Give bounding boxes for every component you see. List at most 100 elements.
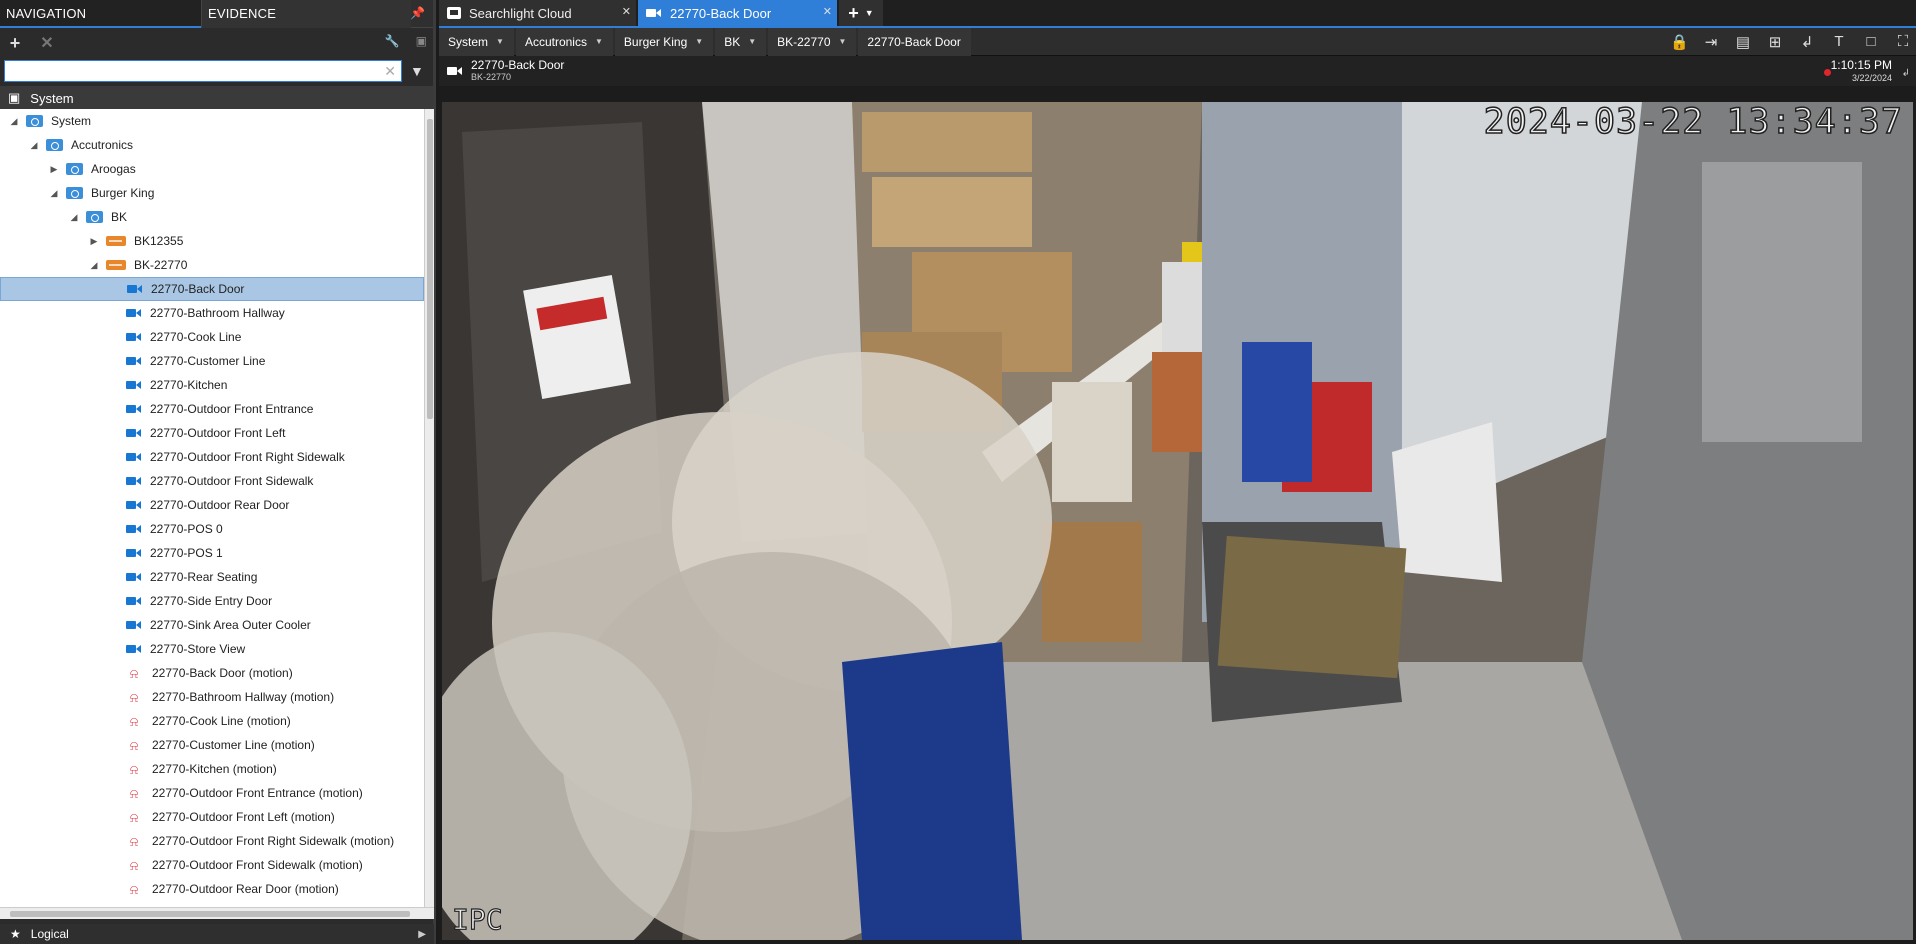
expand-icon[interactable]: ▶ bbox=[48, 164, 60, 175]
tree-item[interactable]: ⍾ 22770-Outdoor Rear Door (motion) bbox=[0, 877, 424, 901]
tree-item[interactable]: 22770-POS 0 bbox=[0, 517, 424, 541]
text-overlay-icon[interactable]: T bbox=[1830, 33, 1848, 51]
tree-item[interactable]: ⍾ 22770-Back Door (motion) bbox=[0, 661, 424, 685]
save-layout-icon[interactable]: ⇥ bbox=[1702, 33, 1720, 51]
tree-item[interactable]: 22770-Back Door bbox=[0, 277, 424, 301]
tile-title: 22770-Back Door bbox=[471, 58, 565, 72]
close-icon[interactable]: ✕ bbox=[622, 5, 631, 18]
camera-icon bbox=[126, 524, 142, 534]
tree-item[interactable]: 22770-Outdoor Front Right Sidewalk bbox=[0, 445, 424, 469]
tab-navigation[interactable]: NAVIGATION bbox=[0, 0, 201, 28]
tree-item[interactable]: ⍾ 22770-Outdoor Front Right Sidewalk (mot… bbox=[0, 829, 424, 853]
tree-item[interactable]: ◢ Accutronics bbox=[0, 133, 424, 157]
collapse-icon[interactable]: ◢ bbox=[88, 260, 100, 271]
filter-icon[interactable]: ▼ bbox=[410, 63, 424, 79]
tree-item[interactable]: ◢ System bbox=[0, 109, 424, 133]
task-tabs: Searchlight Cloud ✕ 22770-Back Door ✕ + ▼ bbox=[439, 0, 1916, 28]
tab-back-door[interactable]: 22770-Back Door ✕ bbox=[638, 0, 837, 26]
tree-item[interactable]: ⍾ 22770-Kitchen (motion) bbox=[0, 757, 424, 781]
minimize-icon[interactable]: ↲ bbox=[1902, 68, 1910, 79]
tree-item[interactable]: 22770-Outdoor Front Entrance bbox=[0, 397, 424, 421]
tree-item[interactable]: ⍾ 22770-Outdoor Front Entrance (motion) bbox=[0, 781, 424, 805]
window-icon[interactable]: □ bbox=[1862, 33, 1880, 51]
tree-item-label: 22770-Outdoor Front Right Sidewalk (moti… bbox=[152, 834, 395, 848]
tab-searchlight-cloud[interactable]: Searchlight Cloud ✕ bbox=[439, 0, 636, 26]
tree-item[interactable]: 22770-Outdoor Front Left bbox=[0, 421, 424, 445]
clipboard-icon[interactable]: ▤ bbox=[1734, 33, 1752, 51]
tree-item[interactable]: 22770-Outdoor Rear Door bbox=[0, 493, 424, 517]
pin-icon[interactable]: 📌 bbox=[410, 6, 425, 20]
camera-icon bbox=[126, 620, 142, 630]
tree-item-label: 22770-Outdoor Front Left bbox=[150, 426, 286, 440]
alarm-bell-icon: ⍾ bbox=[129, 689, 139, 705]
alarm-bell-icon: ⍾ bbox=[129, 809, 139, 825]
tree-item[interactable]: 22770-Sink Area Outer Cooler bbox=[0, 613, 424, 637]
camera-icon bbox=[646, 8, 662, 18]
tree-item[interactable]: ⍾ 22770-Outdoor Front Sidewalk (motion) bbox=[0, 853, 424, 877]
tree-item-label: 22770-Outdoor Front Entrance bbox=[150, 402, 314, 416]
tree-item-label: 22770-Side Entry Door bbox=[150, 594, 273, 608]
wrench-icon[interactable]: 🔧 bbox=[385, 34, 400, 48]
tree-vertical-scrollbar[interactable] bbox=[424, 109, 434, 907]
tree-item[interactable]: 22770-Bathroom Hallway bbox=[0, 301, 424, 325]
tree-item[interactable]: 22770-Kitchen bbox=[0, 373, 424, 397]
tree-item[interactable]: ◢ BK-22770 bbox=[0, 253, 424, 277]
tree-item[interactable]: ◢ BK bbox=[0, 205, 424, 229]
add-icon[interactable]: + bbox=[6, 33, 24, 54]
tree-item[interactable]: ▶ Aroogas bbox=[0, 157, 424, 181]
collapse-icon[interactable]: ◢ bbox=[68, 212, 80, 223]
breadcrumb-item[interactable]: BK ▼ bbox=[715, 27, 767, 56]
tab-evidence[interactable]: EVIDENCE bbox=[201, 0, 411, 28]
tree-item-label: 22770-Outdoor Rear Door bbox=[150, 498, 290, 512]
minimize-icon[interactable]: ↲ bbox=[1798, 33, 1816, 51]
collapse-icon[interactable]: ◢ bbox=[8, 116, 20, 127]
tree-item[interactable]: 22770-POS 1 bbox=[0, 541, 424, 565]
tree-item-label: 22770-Customer Line bbox=[150, 354, 266, 368]
tree-item[interactable]: 22770-Outdoor Front Sidewalk bbox=[0, 469, 424, 493]
breadcrumb-item[interactable]: 22770-Back Door bbox=[858, 27, 971, 56]
tree-item[interactable]: 22770-Store View bbox=[0, 637, 424, 661]
collapse-icon[interactable]: ◢ bbox=[48, 188, 60, 199]
tree-item[interactable]: ▶ BK12355 bbox=[0, 229, 424, 253]
camera-icon bbox=[127, 284, 143, 294]
camera-icon bbox=[126, 500, 142, 510]
expand-icon[interactable]: ▶ bbox=[88, 236, 100, 247]
video-feed[interactable]: 2024-03-22 13:34:37 IPC bbox=[442, 102, 1913, 940]
tree-item[interactable]: ⍾ 22770-Bathroom Hallway (motion) bbox=[0, 685, 424, 709]
monitor-icon[interactable]: ▣ bbox=[416, 34, 427, 48]
tree-item-label: 22770-Store View bbox=[150, 642, 246, 656]
breadcrumb-item[interactable]: Burger King ▼ bbox=[614, 27, 714, 56]
tree-item[interactable]: 22770-Side Entry Door bbox=[0, 589, 424, 613]
search-input[interactable] bbox=[5, 61, 401, 81]
server-icon bbox=[106, 236, 126, 246]
tile-date: 3/22/2024 bbox=[1851, 73, 1892, 83]
logical-section[interactable]: ★ Logical ▶ bbox=[0, 924, 434, 944]
tree-item[interactable]: ⍾ 22770-Customer Line (motion) bbox=[0, 733, 424, 757]
alarm-bell-icon: ⍾ bbox=[129, 713, 139, 729]
close-icon[interactable]: ✕ bbox=[823, 5, 832, 18]
lock-icon[interactable]: 🔒 bbox=[1670, 33, 1689, 51]
tree-item[interactable]: 22770-Cook Line bbox=[0, 325, 424, 349]
breadcrumb-item[interactable]: System ▼ bbox=[439, 27, 514, 56]
tree-item-label: 22770-POS 1 bbox=[150, 546, 223, 560]
alarm-bell-icon: ⍾ bbox=[129, 857, 139, 873]
tree-item[interactable]: ⍾ 22770-Cook Line (motion) bbox=[0, 709, 424, 733]
tree-item[interactable]: ◢ Burger King bbox=[0, 181, 424, 205]
tree-root-header[interactable]: ▣ System bbox=[0, 86, 433, 110]
scroll-thumb[interactable] bbox=[427, 119, 433, 419]
delete-icon[interactable]: ✕ bbox=[38, 33, 56, 53]
breadcrumb-item[interactable]: BK-22770 ▼ bbox=[768, 27, 857, 56]
main-view: Searchlight Cloud ✕ 22770-Back Door ✕ + ▼… bbox=[439, 0, 1916, 944]
folder-icon bbox=[46, 139, 63, 151]
tree-item[interactable]: 22770-Rear Seating bbox=[0, 565, 424, 589]
fullscreen-icon[interactable]: ⛶ bbox=[1894, 33, 1912, 51]
tree-horizontal-scrollbar[interactable] bbox=[0, 907, 434, 919]
tree-item[interactable]: ⍾ 22770-Outdoor Front Left (motion) bbox=[0, 805, 424, 829]
tree-item[interactable]: 22770-Customer Line bbox=[0, 349, 424, 373]
grid-layout-icon[interactable]: ⊞ bbox=[1766, 33, 1784, 51]
collapse-icon[interactable]: ◢ bbox=[28, 140, 40, 151]
breadcrumb-item[interactable]: Accutronics ▼ bbox=[515, 27, 613, 56]
clear-search-icon[interactable]: ✕ bbox=[384, 63, 396, 80]
scroll-thumb[interactable] bbox=[10, 911, 410, 917]
add-tab-button[interactable]: + ▼ bbox=[839, 0, 883, 26]
